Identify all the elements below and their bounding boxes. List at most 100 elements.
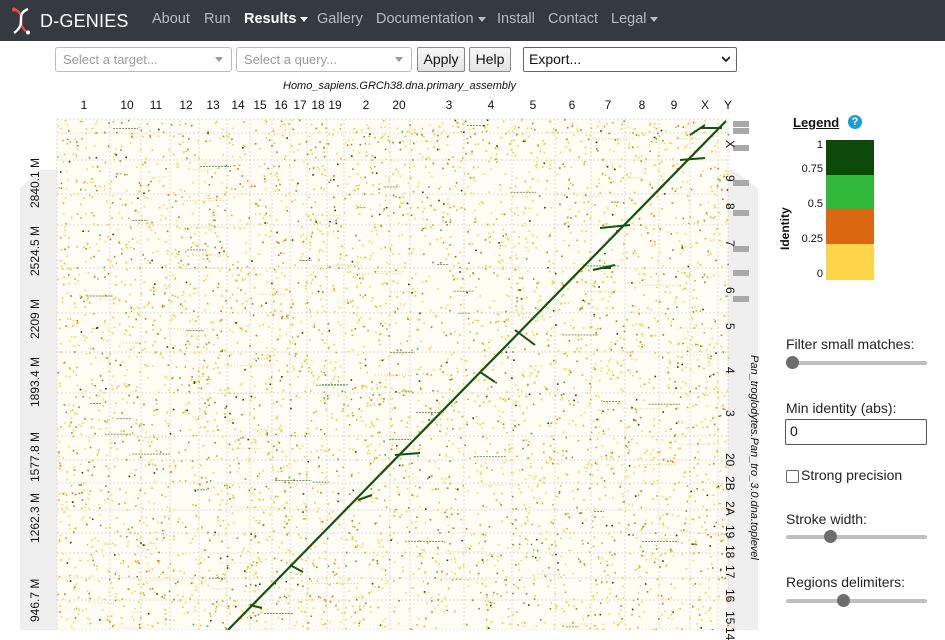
region-marker xyxy=(733,210,749,216)
nav-item-label: Documentation xyxy=(376,11,474,27)
query-chrom-label: 4 xyxy=(723,367,737,374)
nav-item-documentation[interactable]: Documentation xyxy=(376,11,486,27)
min-identity-label: Min identity (abs): xyxy=(786,400,896,416)
nav-item-about[interactable]: About xyxy=(152,11,190,27)
target-chrom-label: X xyxy=(701,98,709,112)
legend-value-label: 0.25 xyxy=(793,233,823,245)
region-marker xyxy=(733,270,749,276)
target-chrom-label: Y xyxy=(724,98,732,112)
nav-item-results[interactable]: Results xyxy=(244,11,308,27)
target-chrom-label: 16 xyxy=(274,98,287,112)
query-chrom-label: 8 xyxy=(723,203,737,210)
legend-color-band xyxy=(826,175,874,209)
target-chrom-label: 11 xyxy=(150,98,162,112)
query-chrom-label: 9 xyxy=(723,175,737,182)
help-button[interactable]: Help xyxy=(469,47,511,72)
filter-label: Filter small matches: xyxy=(786,336,914,352)
caret-down-icon xyxy=(650,17,658,22)
filter-slider-track xyxy=(786,361,927,365)
target-chrom-label: 5 xyxy=(530,98,537,112)
query-position-tick: 2209 M xyxy=(28,299,42,339)
nav-item-label: Install xyxy=(497,11,535,27)
target-select-placeholder: Select a target... xyxy=(63,52,158,67)
caret-down-icon xyxy=(478,17,486,22)
stroke-width-slider[interactable] xyxy=(786,530,927,544)
query-chrom-label: 2A xyxy=(723,501,737,516)
query-chrom-label: 17 xyxy=(723,565,737,578)
query-position-tick: 1262.3 M xyxy=(28,493,42,543)
target-chrom-label: 2 xyxy=(363,98,370,112)
target-chrom-label: 8 xyxy=(639,98,646,112)
target-chrom-label: 1 xyxy=(81,98,88,112)
nav-item-label: Results xyxy=(244,11,296,27)
target-chrom-label: 19 xyxy=(328,98,341,112)
legend-color-band xyxy=(826,209,874,244)
target-chrom-label: 14 xyxy=(231,98,244,112)
query-chrom-label: 20 xyxy=(723,453,737,466)
legend-value-label: 0.5 xyxy=(793,198,823,210)
dotplot-svg[interactable] xyxy=(0,78,775,630)
target-axis-title: Homo_sapiens.GRCh38.dna.primary_assembly xyxy=(283,80,516,92)
target-chrom-label: 15 xyxy=(253,98,266,112)
navbar: D-GENIES About Run Results Gallery Documenta… xyxy=(0,0,945,41)
nav-item-run[interactable]: Run xyxy=(204,11,231,27)
export-select[interactable]: Export... xyxy=(523,47,737,72)
query-select-placeholder: Select a query... xyxy=(244,52,337,67)
query-chrom-label: 18 xyxy=(723,545,737,558)
query-chrom-label: 15 xyxy=(723,611,737,624)
dna-logo-icon xyxy=(8,7,34,35)
stroke-width-slider-thumb[interactable] xyxy=(824,530,837,543)
nav-item-label: Contact xyxy=(548,11,598,27)
query-position-tick: 2524.5 M xyxy=(28,226,42,276)
target-chrom-label: 12 xyxy=(179,98,192,112)
target-select[interactable]: Select a target... xyxy=(55,47,232,72)
brand[interactable]: D-GENIES xyxy=(8,6,129,36)
regions-delimiters-label: Regions delimiters: xyxy=(786,574,905,590)
target-chrom-label: 9 xyxy=(671,98,678,112)
query-chrom-label: 3 xyxy=(723,410,737,417)
query-chrom-label: 16 xyxy=(723,589,737,602)
target-chrom-label: 18 xyxy=(311,98,324,112)
query-chrom-label: 7 xyxy=(723,240,737,247)
regions-delimiters-slider[interactable] xyxy=(786,594,927,608)
query-chrom-label: 5 xyxy=(723,323,737,330)
legend-color-band xyxy=(826,244,874,280)
legend-color-band xyxy=(826,140,874,175)
nav-item-label: Run xyxy=(204,11,231,27)
target-chrom-label: 4 xyxy=(488,98,495,112)
chevron-down-icon xyxy=(395,57,403,62)
query-axis-title: Pan_troglodytes.Pan_tro_3.0.dna.toplevel xyxy=(748,355,760,560)
query-chrom-label: 6 xyxy=(723,287,737,294)
nav-item-install[interactable]: Install xyxy=(497,11,535,27)
strong-precision-checkbox[interactable] xyxy=(786,470,799,483)
filter-slider[interactable] xyxy=(786,356,927,370)
regions-delimiters-slider-thumb[interactable] xyxy=(837,594,850,607)
target-chrom-label: 20 xyxy=(392,98,405,112)
chevron-down-icon xyxy=(722,55,730,63)
region-marker xyxy=(733,128,749,134)
dotplot-area[interactable] xyxy=(0,78,775,630)
query-chrom-label: X xyxy=(723,140,737,148)
legend-axis-label: Identity xyxy=(778,207,792,250)
regions-delimiters-slider-track xyxy=(786,599,927,603)
target-chrom-label: 6 xyxy=(569,98,576,112)
target-chrom-label: 13 xyxy=(206,98,219,112)
nav-item-label: About xyxy=(152,11,190,27)
filter-slider-thumb[interactable] xyxy=(786,356,799,369)
nav-item-gallery[interactable]: Gallery xyxy=(317,11,363,27)
chevron-down-icon xyxy=(215,57,223,62)
query-select[interactable]: Select a query... xyxy=(236,47,412,72)
stroke-width-label: Stroke width: xyxy=(786,511,867,527)
nav-item-contact[interactable]: Contact xyxy=(548,11,598,27)
region-marker xyxy=(733,121,749,127)
apply-button[interactable]: Apply xyxy=(417,47,465,72)
query-chrom-label: 2B xyxy=(723,476,737,491)
min-identity-input[interactable]: 0 xyxy=(785,419,927,445)
legend-value-label: 0 xyxy=(793,268,823,280)
nav-item-legal[interactable]: Legal xyxy=(611,11,658,27)
brand-name: D-GENIES xyxy=(40,11,129,32)
target-chrom-label: 10 xyxy=(120,98,133,112)
help-icon[interactable]: ? xyxy=(848,115,862,129)
caret-down-icon xyxy=(300,17,308,22)
query-position-tick: 1893.4 M xyxy=(28,357,42,407)
